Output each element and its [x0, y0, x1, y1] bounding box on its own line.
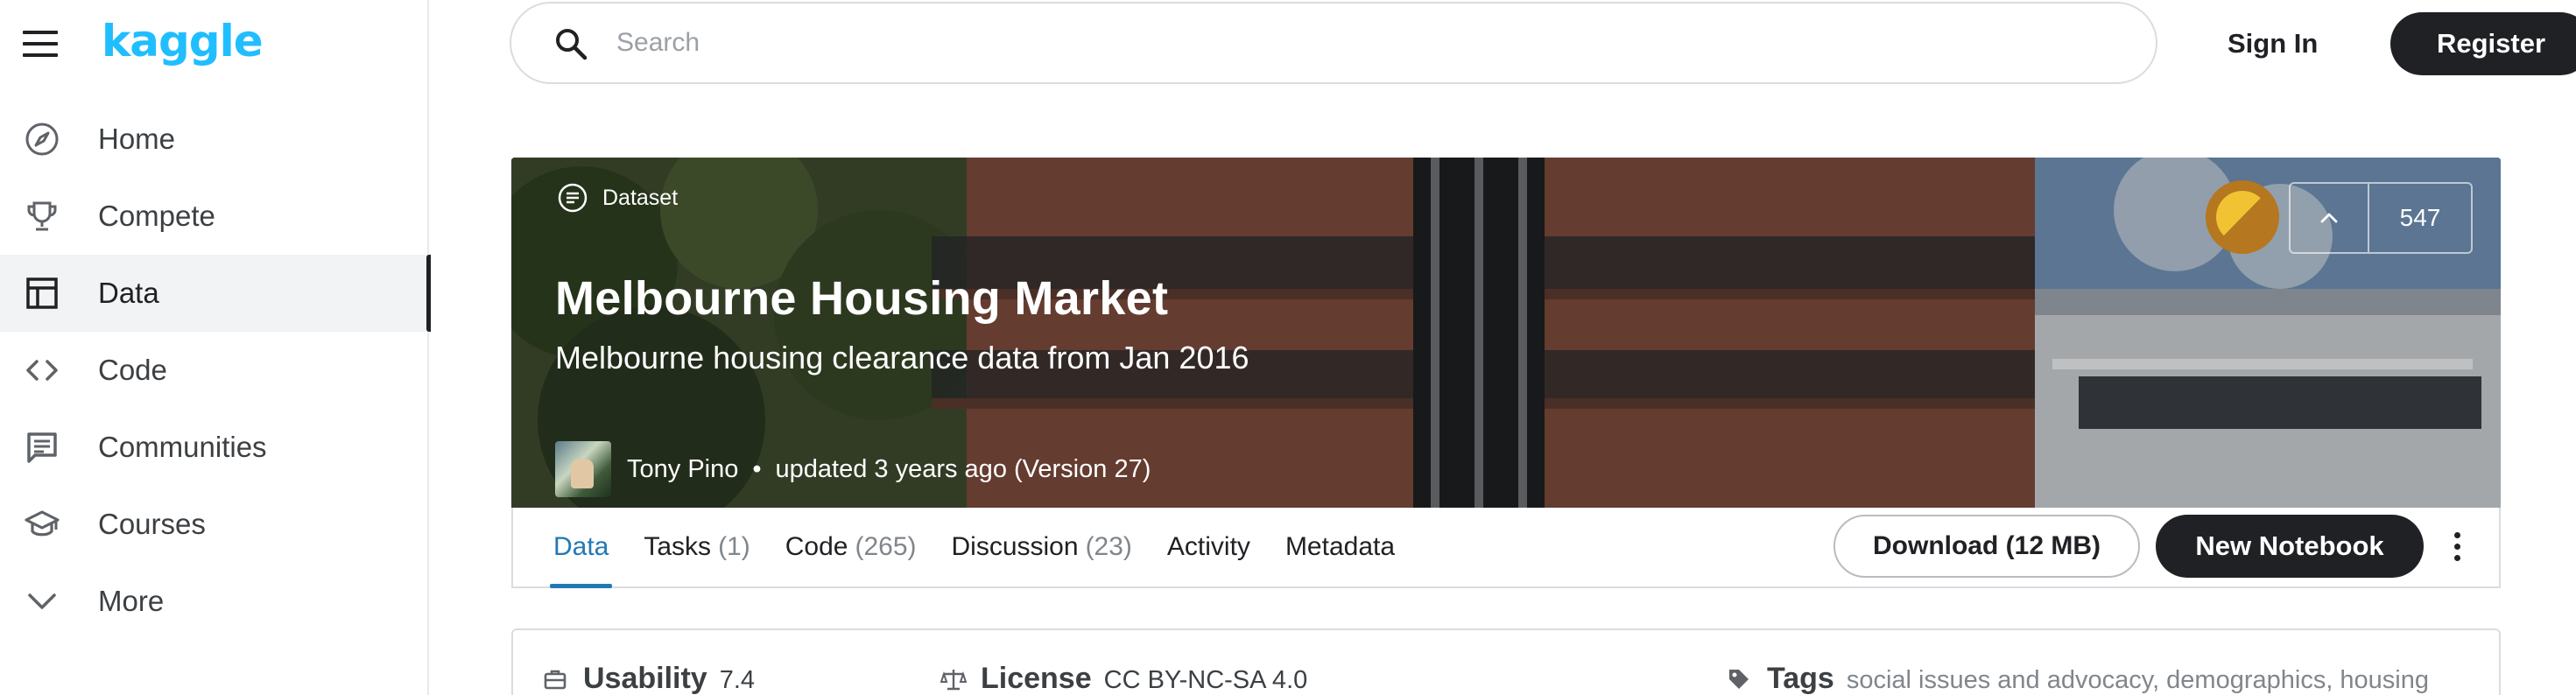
- sidebar-item-code[interactable]: Code: [0, 332, 429, 409]
- sign-in-button[interactable]: Sign In: [2206, 14, 2339, 74]
- kaggle-logo[interactable]: kaggle: [102, 16, 264, 67]
- license-label: License: [981, 662, 1092, 695]
- license-section: License CC BY-NC-SA 4.0: [940, 662, 1307, 695]
- dataset-tab-bar: Data Tasks (1) Code (265) Discussion (23) A…: [511, 508, 2501, 588]
- upvote-count: 547: [2399, 204, 2441, 231]
- comment-icon: [23, 428, 61, 467]
- dataset-header: Dataset Melbourne Housing Market Melbour…: [511, 158, 2501, 508]
- sidebar-item-courses[interactable]: Courses: [0, 486, 429, 563]
- tab-data[interactable]: Data: [549, 508, 613, 588]
- tab-count: (1): [718, 532, 750, 561]
- table-icon: [23, 274, 61, 312]
- tab-label: Activity: [1166, 532, 1250, 561]
- tab-label: Discussion: [951, 532, 1079, 561]
- sidebar-item-data[interactable]: Data: [0, 255, 431, 332]
- code-icon: [23, 351, 61, 390]
- compass-icon: [23, 120, 61, 158]
- tab-metadata[interactable]: Metadata: [1285, 508, 1395, 586]
- sidebar-item-label: Code: [98, 354, 167, 386]
- dataset-subtitle: Melbourne housing clearance data from Ja…: [555, 340, 1249, 376]
- search-input[interactable]: [616, 21, 2105, 65]
- tab-list: Data Tasks (1) Code (265) Discussion (23) A…: [549, 508, 1430, 588]
- search-bar[interactable]: [510, 2, 2157, 84]
- tag-link[interactable]: social issues and advocacy: [1847, 666, 2152, 694]
- chevron-up-icon: [2320, 213, 2338, 223]
- tag-icon: [1727, 667, 1751, 691]
- tab-label: Code: [785, 532, 848, 561]
- upvote-widget: 547: [2289, 182, 2473, 254]
- sidebar-item-compete[interactable]: Compete: [0, 178, 429, 255]
- gold-medal-icon[interactable]: [2206, 180, 2279, 254]
- dataset-icon: [557, 182, 588, 214]
- tags-label: Tags: [1767, 662, 1834, 695]
- updated-text[interactable]: updated 3 years ago (Version 27): [776, 455, 1151, 484]
- register-button[interactable]: Register: [2390, 12, 2576, 75]
- usability-section: Usability 7.4: [543, 662, 755, 695]
- school-icon: [23, 505, 61, 544]
- more-options-icon[interactable]: [2446, 523, 2467, 569]
- tab-label: Data: [553, 532, 609, 561]
- new-notebook-button[interactable]: New Notebook: [2156, 515, 2424, 578]
- trophy-icon: [23, 197, 61, 235]
- tab-tasks[interactable]: Tasks (1): [644, 508, 750, 586]
- sidebar-nav: Home Compete Data Code Communities Cours…: [0, 101, 431, 640]
- sidebar-item-label: Courses: [98, 508, 206, 540]
- sidebar-item-label: Home: [98, 123, 176, 155]
- menu-icon[interactable]: [23, 31, 58, 57]
- search-icon: [552, 25, 590, 63]
- usability-value[interactable]: 7.4: [720, 666, 755, 695]
- tag-link[interactable]: housing: [2340, 666, 2429, 694]
- author-row: Tony Pino • updated 3 years ago (Version…: [555, 441, 1151, 497]
- tab-label: Tasks: [644, 532, 712, 561]
- tab-discussion[interactable]: Discussion (23): [952, 508, 1132, 586]
- usability-label: Usability: [583, 662, 707, 695]
- tab-activity[interactable]: Activity: [1167, 508, 1250, 586]
- sidebar-item-home[interactable]: Home: [0, 101, 429, 178]
- sidebar-item-label: Data: [98, 277, 159, 309]
- briefcase-icon: [543, 667, 567, 691]
- tab-count: (265): [855, 532, 917, 561]
- tab-code[interactable]: Code (265): [785, 508, 917, 586]
- avatar[interactable]: [555, 441, 611, 497]
- dataset-title: Melbourne Housing Market: [555, 272, 1169, 325]
- dataset-type-text: Dataset: [602, 185, 679, 210]
- download-button[interactable]: Download (12 MB): [1833, 515, 2140, 578]
- sidebar-item-label: More: [98, 585, 165, 617]
- tab-label: Metadata: [1284, 532, 1396, 561]
- chevron-down-icon: [23, 582, 61, 621]
- scale-icon: [940, 667, 968, 691]
- upvote-button[interactable]: [2291, 184, 2369, 252]
- tab-count: (23): [1085, 532, 1132, 561]
- tags-section: Tags social issues and advocacy, demograp…: [1727, 662, 2429, 695]
- sidebar-item-label: Communities: [98, 431, 267, 463]
- separator-dot: •: [752, 454, 762, 483]
- dataset-info-card: Usability 7.4 License CC BY-NC-SA 4.0 Ta…: [511, 628, 2501, 695]
- license-value[interactable]: CC BY-NC-SA 4.0: [1104, 666, 1308, 695]
- tag-list: social issues and advocacy, demographics,…: [1846, 666, 2429, 694]
- author-name[interactable]: Tony Pino: [627, 455, 738, 484]
- sidebar-item-more[interactable]: More: [0, 563, 429, 640]
- sidebar: kaggle Home Compete Data Code Communitie…: [0, 0, 431, 695]
- dataset-type-label: Dataset: [557, 182, 678, 214]
- sidebar-item-communities[interactable]: Communities: [0, 409, 429, 486]
- sidebar-item-label: Compete: [98, 200, 215, 232]
- tag-link[interactable]: demographics: [2166, 666, 2326, 694]
